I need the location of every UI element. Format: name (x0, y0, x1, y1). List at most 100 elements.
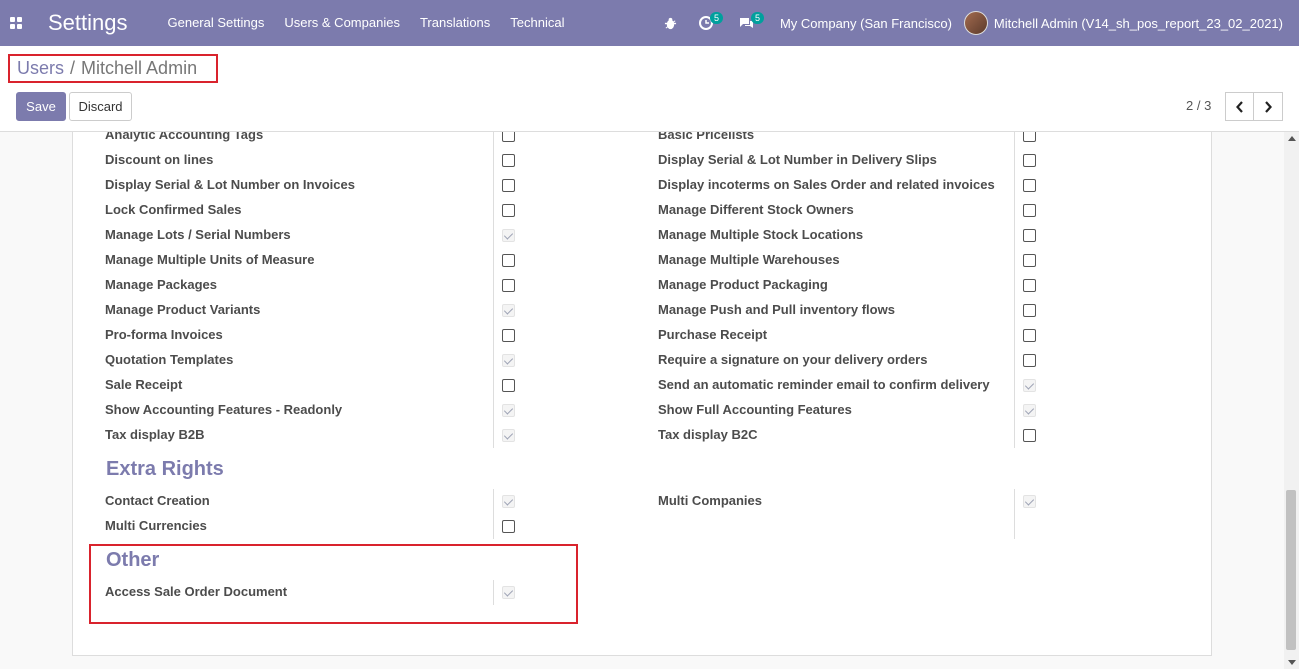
menu-translations[interactable]: Translations (410, 0, 500, 46)
rights-checkbox[interactable] (1023, 132, 1036, 142)
checkbox-cell (493, 489, 523, 514)
right-label: Manage Different Stock Owners (658, 202, 854, 217)
pager-previous-button[interactable] (1225, 92, 1254, 121)
rights-checkbox[interactable] (502, 204, 515, 217)
checkbox-cell (493, 248, 523, 273)
scroll-thumb[interactable] (1286, 490, 1296, 650)
right-label: Tax display B2B (105, 427, 205, 442)
rights-checkbox[interactable] (1023, 279, 1036, 292)
checkbox-cell (493, 514, 523, 539)
rights-checkbox[interactable] (1023, 429, 1036, 442)
checkbox-cell (1014, 489, 1044, 539)
checkbox-cell (493, 398, 523, 423)
right-label: Require a signature on your delivery ord… (658, 352, 928, 367)
checkbox-cell (1014, 348, 1044, 373)
rights-checkbox[interactable] (502, 404, 515, 417)
activity-count-badge: 5 (709, 12, 723, 24)
rights-checkbox[interactable] (1023, 179, 1036, 192)
rights-checkbox[interactable] (1023, 154, 1036, 167)
rights-checkbox[interactable] (502, 179, 515, 192)
checkbox-cell (1014, 223, 1044, 248)
save-button[interactable]: Save (16, 92, 66, 121)
debug-icon[interactable] (656, 0, 685, 46)
discard-button[interactable]: Discard (69, 92, 132, 121)
right-label: Quotation Templates (105, 352, 234, 367)
right-label: Multi Currencies (105, 518, 207, 533)
rights-checkbox[interactable] (1023, 495, 1036, 508)
checkbox-cell (493, 198, 523, 223)
highlight-box (89, 544, 578, 624)
rights-checkbox[interactable] (502, 254, 515, 267)
checkbox-cell (1014, 273, 1044, 298)
checkbox-cell (493, 323, 523, 348)
section-title-extra-rights: Extra Rights (106, 458, 224, 480)
rights-checkbox[interactable] (502, 329, 515, 342)
checkbox-cell (493, 273, 523, 298)
rights-checkbox[interactable] (502, 304, 515, 317)
rights-checkbox[interactable] (1023, 304, 1036, 317)
checkbox-cell (1014, 148, 1044, 173)
scroll-down-arrow-icon[interactable] (1288, 660, 1296, 665)
company-switcher[interactable]: My Company (San Francisco) (762, 16, 964, 31)
rights-checkbox[interactable] (502, 429, 515, 442)
right-label: Analytic Accounting Tags (105, 132, 264, 142)
right-label: Manage Multiple Units of Measure (105, 252, 315, 267)
menu-general-settings[interactable]: General Settings (158, 0, 275, 46)
main-menu: General Settings Users & Companies Trans… (158, 0, 575, 46)
rights-checkbox[interactable] (1023, 329, 1036, 342)
rights-checkbox[interactable] (502, 379, 515, 392)
breadcrumb-current: Mitchell Admin (81, 58, 198, 78)
breadcrumb: Users / Mitchell Admin (8, 54, 218, 83)
checkbox-cell (493, 423, 523, 448)
right-label: Send an automatic reminder email to conf… (658, 377, 990, 392)
rights-checkbox[interactable] (502, 132, 515, 142)
rights-checkbox[interactable] (1023, 354, 1036, 367)
vertical-scrollbar[interactable] (1284, 132, 1299, 669)
activity-clock-icon[interactable]: 5 (691, 0, 723, 46)
app-title[interactable]: Settings (48, 10, 128, 36)
right-label: Manage Product Packaging (658, 277, 828, 292)
menu-technical[interactable]: Technical (500, 0, 574, 46)
right-label: Manage Product Variants (105, 302, 261, 317)
right-label: Discount on lines (105, 152, 214, 167)
rights-checkbox[interactable] (1023, 379, 1036, 392)
chevron-left-icon (1235, 100, 1243, 113)
top-navbar: Settings General Settings Users & Compan… (0, 0, 1299, 46)
rights-checkbox[interactable] (502, 279, 515, 292)
rights-checkbox[interactable] (1023, 404, 1036, 417)
checkbox-cell (493, 348, 523, 373)
user-menu[interactable]: Mitchell Admin (V14_sh_pos_report_23_02_… (963, 11, 1299, 35)
rights-checkbox[interactable] (502, 495, 515, 508)
right-label: Display incoterms on Sales Order and rel… (658, 177, 995, 192)
checkbox-cell (1014, 423, 1044, 448)
apps-menu-icon[interactable] (0, 0, 32, 46)
checkbox-cell (1014, 198, 1044, 223)
checkbox-cell (493, 173, 523, 198)
pager-next-button[interactable] (1254, 92, 1283, 121)
message-count-badge: 5 (750, 12, 764, 24)
rights-checkbox[interactable] (1023, 204, 1036, 217)
checkbox-cell (1014, 323, 1044, 348)
right-label: Display Serial & Lot Number in Delivery … (658, 152, 937, 167)
messaging-chat-icon[interactable]: 5 (731, 0, 764, 46)
right-label: Basic Pricelists (658, 132, 755, 142)
right-label: Sale Receipt (105, 377, 183, 392)
rights-checkbox[interactable] (1023, 229, 1036, 242)
right-label: Display Serial & Lot Number on Invoices (105, 177, 355, 192)
rights-checkbox[interactable] (1023, 254, 1036, 267)
right-label: Lock Confirmed Sales (105, 202, 242, 217)
user-name: Mitchell Admin (V14_sh_pos_report_23_02_… (993, 15, 1283, 31)
breadcrumb-users-link[interactable]: Users (17, 58, 64, 79)
pager-value[interactable]: 2 / 3 (1186, 98, 1211, 113)
scroll-up-arrow-icon[interactable] (1288, 136, 1296, 141)
rights-checkbox[interactable] (502, 354, 515, 367)
menu-users-companies[interactable]: Users & Companies (274, 0, 410, 46)
right-label: Contact Creation (105, 493, 210, 508)
rights-checkbox[interactable] (502, 520, 515, 533)
rights-checkbox[interactable] (502, 229, 515, 242)
rights-checkbox[interactable] (502, 154, 515, 167)
chevron-right-icon (1265, 100, 1272, 113)
right-label: Manage Lots / Serial Numbers (105, 227, 291, 242)
right-label: Manage Push and Pull inventory flows (658, 302, 895, 317)
checkbox-cell (493, 223, 523, 248)
